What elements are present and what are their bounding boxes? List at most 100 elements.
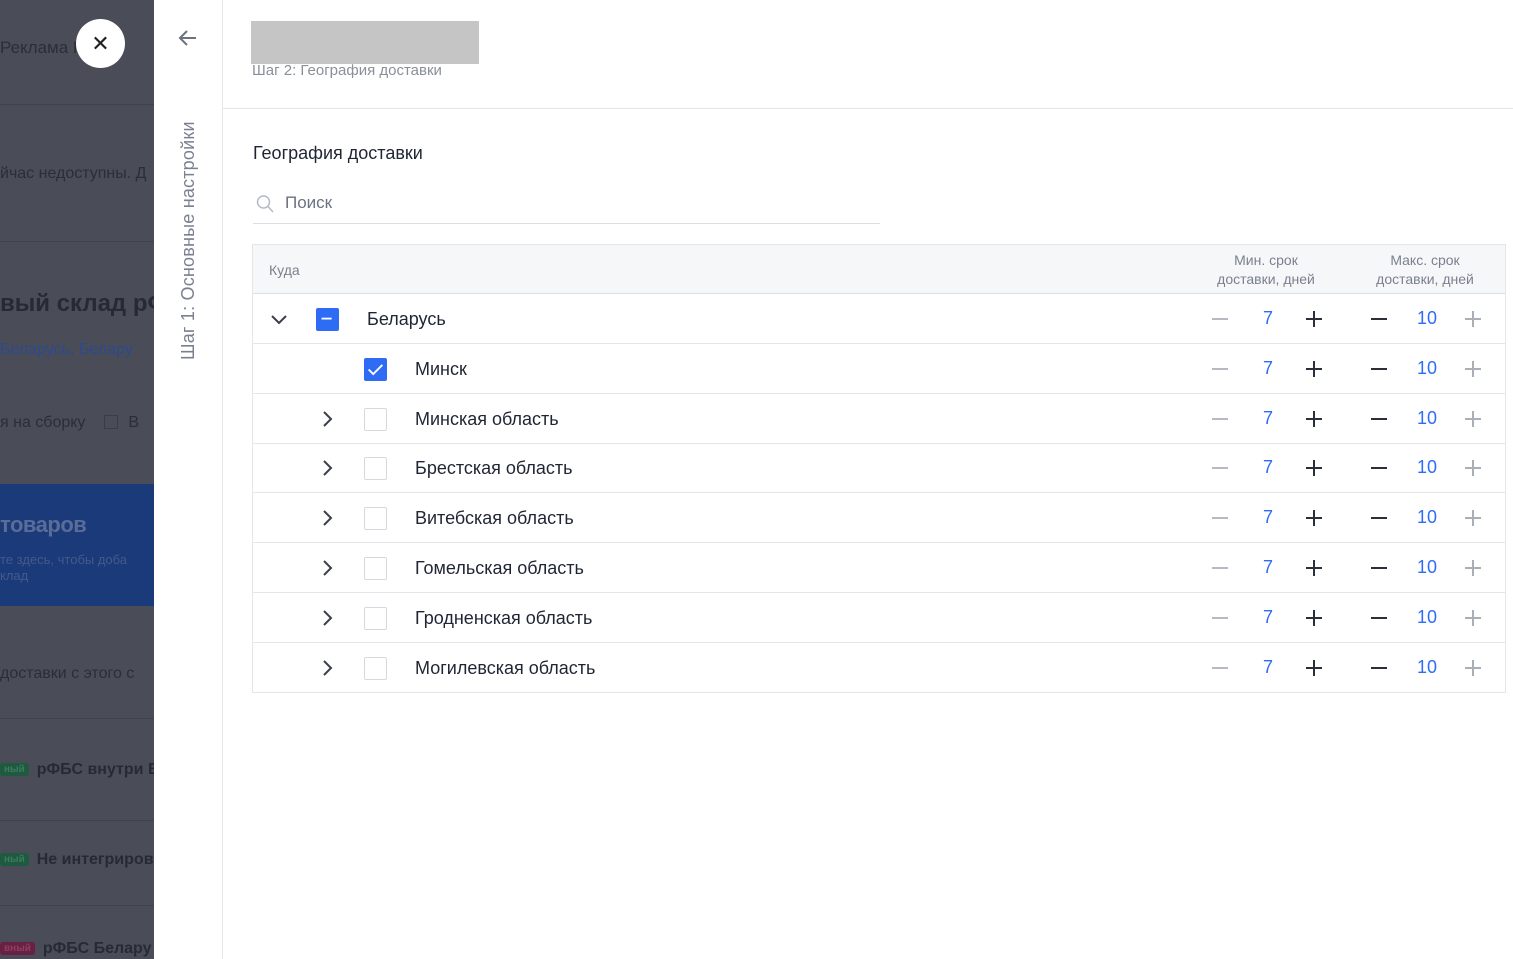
increase-max-button[interactable] bbox=[1460, 406, 1486, 432]
row-label: Витебская область bbox=[415, 508, 574, 529]
decrease-min-button[interactable] bbox=[1207, 306, 1233, 332]
status-badge: ный bbox=[0, 763, 29, 776]
max-days-value[interactable]: 10 bbox=[1402, 457, 1452, 478]
min-days-value[interactable]: 7 bbox=[1243, 607, 1293, 628]
search-field[interactable] bbox=[253, 187, 880, 224]
background-list-item-text: рФБС Белару bbox=[42, 940, 152, 957]
chevron-down-icon[interactable] bbox=[267, 307, 291, 331]
decrease-max-button[interactable] bbox=[1366, 356, 1392, 382]
plus-icon bbox=[1306, 609, 1322, 626]
max-days-value[interactable]: 10 bbox=[1402, 607, 1452, 628]
chevron-right-icon[interactable] bbox=[315, 556, 339, 580]
background-banner-subtitle-line: клад bbox=[0, 568, 29, 583]
background-list-item: ный Не интегриров bbox=[0, 851, 154, 869]
decrease-max-button[interactable] bbox=[1366, 655, 1392, 681]
row-checkbox[interactable] bbox=[364, 606, 387, 630]
minus-icon bbox=[1212, 666, 1228, 669]
decrease-min-button[interactable] bbox=[1207, 605, 1233, 631]
increase-max-button[interactable] bbox=[1460, 455, 1486, 481]
title-placeholder bbox=[251, 21, 479, 64]
max-days-value[interactable]: 10 bbox=[1402, 557, 1452, 578]
chevron-right-icon[interactable] bbox=[315, 407, 339, 431]
close-button[interactable]: ✕ bbox=[76, 19, 125, 68]
decrease-max-button[interactable] bbox=[1366, 605, 1392, 631]
increase-min-button[interactable] bbox=[1301, 356, 1327, 382]
increase-min-button[interactable] bbox=[1301, 555, 1327, 581]
plus-icon bbox=[1465, 410, 1481, 427]
increase-min-button[interactable] bbox=[1301, 605, 1327, 631]
decrease-max-button[interactable] bbox=[1366, 505, 1392, 531]
increase-min-button[interactable] bbox=[1301, 406, 1327, 432]
background-list-item: ный рФБС внутри Б bbox=[0, 761, 154, 779]
minus-icon bbox=[1371, 367, 1387, 370]
chevron-right-icon[interactable] bbox=[315, 456, 339, 480]
min-days-value[interactable]: 7 bbox=[1243, 657, 1293, 678]
min-days-stepper: 7 bbox=[1207, 455, 1327, 481]
back-button[interactable] bbox=[176, 26, 200, 55]
increase-max-button[interactable] bbox=[1460, 555, 1486, 581]
min-days-value[interactable]: 7 bbox=[1243, 557, 1293, 578]
minus-icon bbox=[1212, 367, 1228, 370]
row-checkbox-checked[interactable] bbox=[364, 357, 387, 381]
minus-icon bbox=[1212, 567, 1228, 569]
minus-icon bbox=[1212, 318, 1228, 320]
max-days-value[interactable]: 10 bbox=[1402, 507, 1452, 528]
main-panel: Шаг 2: География доставки География дост… bbox=[223, 0, 1513, 959]
step-1-tab[interactable]: Шаг 1: Основные настройки bbox=[176, 92, 200, 362]
decrease-max-button[interactable] bbox=[1366, 455, 1392, 481]
plus-icon bbox=[1465, 560, 1481, 576]
decrease-max-button[interactable] bbox=[1366, 555, 1392, 581]
minus-icon bbox=[1212, 616, 1228, 619]
divider bbox=[0, 820, 154, 821]
background-warehouse-regions: Беларусь, Белару bbox=[0, 341, 133, 358]
column-header-min: Мин. срок доставки, дней bbox=[1207, 251, 1325, 289]
row-checkbox-indeterminate[interactable] bbox=[316, 308, 339, 331]
row-checkbox[interactable] bbox=[364, 507, 387, 531]
increase-min-button[interactable] bbox=[1301, 306, 1327, 332]
max-days-value[interactable]: 10 bbox=[1402, 657, 1452, 678]
decrease-min-button[interactable] bbox=[1207, 555, 1233, 581]
decrease-min-button[interactable] bbox=[1207, 505, 1233, 531]
max-days-value[interactable]: 10 bbox=[1402, 358, 1452, 379]
increase-max-button[interactable] bbox=[1460, 306, 1486, 332]
chevron-right-icon[interactable] bbox=[315, 506, 339, 530]
plus-icon bbox=[1465, 659, 1481, 676]
increase-min-button[interactable] bbox=[1301, 505, 1327, 531]
search-input[interactable] bbox=[285, 191, 865, 215]
decrease-min-button[interactable] bbox=[1207, 406, 1233, 432]
row-checkbox[interactable] bbox=[364, 407, 387, 431]
column-header-max-line: Макс. срок bbox=[1390, 252, 1460, 268]
increase-min-button[interactable] bbox=[1301, 655, 1327, 681]
increase-max-button[interactable] bbox=[1460, 356, 1486, 382]
column-header-min-line: Мин. срок bbox=[1234, 252, 1298, 268]
increase-max-button[interactable] bbox=[1460, 605, 1486, 631]
plus-icon bbox=[1306, 510, 1322, 527]
background-list-item-text: рФБС внутри Б bbox=[36, 761, 154, 778]
min-days-value[interactable]: 7 bbox=[1243, 308, 1293, 329]
increase-max-button[interactable] bbox=[1460, 655, 1486, 681]
row-checkbox[interactable] bbox=[364, 457, 387, 481]
min-days-value[interactable]: 7 bbox=[1243, 457, 1293, 478]
plus-icon bbox=[1306, 560, 1322, 576]
decrease-min-button[interactable] bbox=[1207, 655, 1233, 681]
row-checkbox[interactable] bbox=[364, 557, 387, 580]
increase-min-button[interactable] bbox=[1301, 455, 1327, 481]
decrease-max-button[interactable] bbox=[1366, 306, 1392, 332]
minus-icon bbox=[1371, 567, 1387, 569]
column-header-where: Куда bbox=[269, 262, 300, 278]
status-badge: вный bbox=[0, 942, 35, 955]
max-days-value[interactable]: 10 bbox=[1402, 308, 1452, 329]
decrease-max-button[interactable] bbox=[1366, 406, 1392, 432]
increase-max-button[interactable] bbox=[1460, 505, 1486, 531]
plus-icon bbox=[1306, 410, 1322, 427]
chevron-right-icon[interactable] bbox=[315, 656, 339, 680]
decrease-min-button[interactable] bbox=[1207, 455, 1233, 481]
min-days-value[interactable]: 7 bbox=[1243, 507, 1293, 528]
row-checkbox[interactable] bbox=[364, 656, 387, 680]
step-rail: Шаг 1: Основные настройки bbox=[154, 0, 223, 959]
chevron-right-icon[interactable] bbox=[315, 606, 339, 630]
min-days-value[interactable]: 7 bbox=[1243, 408, 1293, 429]
decrease-min-button[interactable] bbox=[1207, 356, 1233, 382]
max-days-value[interactable]: 10 bbox=[1402, 408, 1452, 429]
min-days-value[interactable]: 7 bbox=[1243, 358, 1293, 379]
